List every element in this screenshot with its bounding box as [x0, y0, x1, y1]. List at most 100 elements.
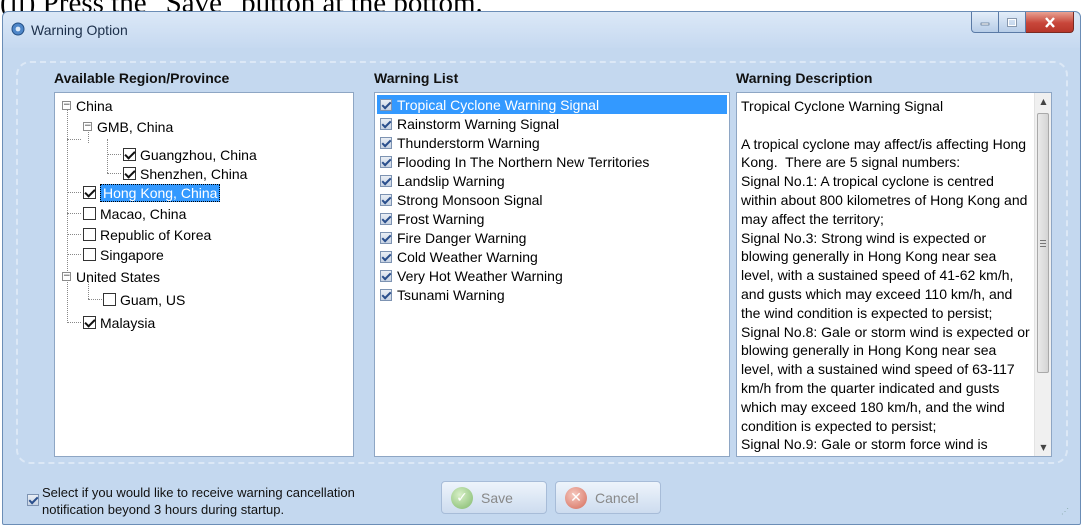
scroll-up-arrow-icon[interactable]: ▲	[1035, 93, 1051, 110]
description-scrollbar[interactable]: ▲ ▼	[1034, 93, 1051, 456]
tree-connector	[107, 173, 121, 174]
tree-connector	[88, 299, 102, 300]
maximize-icon	[1007, 17, 1017, 27]
tree-node-label: Macao, China	[100, 205, 187, 222]
warning-item-label: Tropical Cyclone Warning Signal	[397, 96, 600, 113]
collapse-icon[interactable]: −	[62, 101, 71, 110]
minimize-icon	[980, 22, 990, 26]
tree-node-label: United States	[76, 268, 161, 285]
warning-item[interactable]: Strong Monsoon Signal	[377, 190, 727, 209]
checkbox-checked-icon[interactable]	[83, 316, 96, 329]
tree-node-korea[interactable]: Republic of Korea	[83, 225, 211, 244]
checkbox-checked-icon[interactable]	[123, 148, 136, 161]
warning-option-window: Warning Option Available Region/Province…	[2, 11, 1081, 525]
minimize-button[interactable]	[971, 12, 999, 33]
tree-connector	[107, 139, 108, 173]
window-title: Warning Option	[31, 22, 128, 38]
tree-node-label: Singapore	[100, 246, 164, 263]
tree-node-label: Guam, US	[120, 291, 186, 308]
tree-connector	[67, 213, 81, 214]
warning-list-column-title: Warning List	[374, 70, 459, 86]
title-bar[interactable]: Warning Option	[3, 12, 1080, 48]
tree-node-hongkong[interactable]: Hong Kong, China	[83, 183, 221, 202]
save-button[interactable]: ✓ Save	[441, 481, 547, 514]
warning-item[interactable]: Landslip Warning	[377, 171, 727, 190]
tree-connector	[67, 110, 68, 323]
collapse-icon[interactable]: −	[83, 122, 92, 131]
checkbox-unchecked-icon[interactable]	[83, 228, 96, 241]
warning-description-text: Tropical Cyclone Warning Signal A tropic…	[741, 98, 1030, 456]
warning-item[interactable]: Frost Warning	[377, 209, 727, 228]
warning-item-label: Strong Monsoon Signal	[397, 191, 543, 208]
save-button-label: Save	[481, 489, 513, 506]
warning-item[interactable]: Very Hot Weather Warning	[377, 266, 727, 285]
scroll-thumb[interactable]	[1037, 113, 1049, 373]
warning-item-label: Very Hot Weather Warning	[397, 267, 563, 284]
warning-item[interactable]: Fire Danger Warning	[377, 228, 727, 247]
tree-node-us[interactable]: − United States	[62, 267, 160, 286]
checkbox-unchecked-icon[interactable]	[103, 293, 116, 306]
x-circle-icon: ✕	[565, 486, 587, 509]
checkbox-checked-icon[interactable]	[380, 193, 392, 206]
warning-item-label: Tsunami Warning	[397, 286, 505, 303]
tree-node-label: Shenzhen, China	[140, 165, 248, 182]
tree-connector	[67, 254, 81, 255]
collapse-icon[interactable]: −	[62, 272, 71, 281]
warning-list[interactable]: Tropical Cyclone Warning Signal Rainstor…	[374, 92, 730, 457]
checkbox-checked-icon[interactable]	[380, 174, 392, 187]
checkbox-checked-icon[interactable]	[380, 212, 392, 225]
tree-node-malaysia[interactable]: Malaysia	[83, 313, 155, 332]
warning-item-label: Frost Warning	[397, 210, 485, 227]
warning-item-label: Fire Danger Warning	[397, 229, 527, 246]
checkbox-checked-icon[interactable]	[83, 186, 96, 199]
warning-item[interactable]: Cold Weather Warning	[377, 247, 727, 266]
tree-node-guam[interactable]: Guam, US	[103, 290, 185, 309]
checkbox-checked-icon[interactable]	[380, 288, 392, 301]
warning-item[interactable]: Tsunami Warning	[377, 285, 727, 304]
tree-node-gmb[interactable]: − GMB, China	[83, 117, 173, 136]
cancel-button[interactable]: ✕ Cancel	[555, 481, 661, 514]
resize-grip-icon[interactable]: ⋰	[1061, 507, 1071, 517]
checkbox-checked-icon[interactable]	[380, 136, 392, 149]
tree-node-singapore[interactable]: Singapore	[83, 245, 164, 264]
checkbox-checked-icon[interactable]	[380, 117, 392, 130]
tree-connector	[107, 154, 121, 155]
scroll-down-arrow-icon[interactable]: ▼	[1035, 439, 1051, 456]
tree-node-china[interactable]: − China	[62, 96, 113, 115]
checkbox-checked-icon[interactable]	[380, 155, 392, 168]
checkbox-checked-icon[interactable]	[380, 231, 392, 244]
tree-node-shenzhen[interactable]: Shenzhen, China	[123, 164, 247, 183]
checkmark-icon: ✓	[451, 486, 473, 509]
gear-globe-icon	[11, 22, 25, 36]
checkbox-unchecked-icon[interactable]	[83, 207, 96, 220]
tree-node-label: Guangzhou, China	[140, 146, 257, 163]
cancellation-notification-checkbox[interactable]	[27, 494, 39, 506]
checkbox-checked-icon[interactable]	[380, 269, 392, 282]
cancellation-notification-label: Select if you would like to receive warn…	[42, 485, 355, 517]
warning-item[interactable]: Thunderstorm Warning	[377, 133, 727, 152]
warning-item-label: Flooding In The Northern New Territories	[397, 153, 650, 170]
region-tree[interactable]: − China − GMB, China Guangzhou, China Sh…	[54, 92, 354, 457]
warning-item[interactable]: Rainstorm Warning Signal	[377, 114, 727, 133]
tree-node-macao[interactable]: Macao, China	[83, 204, 186, 223]
checkbox-checked-icon[interactable]	[380, 98, 392, 111]
tree-node-label: Malaysia	[100, 314, 156, 331]
tree-node-label: China	[76, 97, 113, 114]
checkbox-checked-icon[interactable]	[123, 167, 136, 180]
tree-node-label: Republic of Korea	[100, 226, 212, 243]
checkbox-checked-icon[interactable]	[380, 250, 392, 263]
maximize-button[interactable]	[999, 12, 1026, 33]
warning-item[interactable]: Tropical Cyclone Warning Signal	[377, 95, 727, 114]
tree-connector	[67, 192, 81, 193]
grip-icon	[1040, 240, 1046, 247]
warning-description-box[interactable]: Tropical Cyclone Warning Signal A tropic…	[736, 92, 1052, 457]
warning-item-label: Cold Weather Warning	[397, 248, 538, 265]
window-client-area: Available Region/Province Warning List W…	[10, 48, 1073, 519]
tree-node-guangzhou[interactable]: Guangzhou, China	[123, 145, 257, 164]
warning-item[interactable]: Flooding In The Northern New Territories	[377, 152, 727, 171]
checkbox-unchecked-icon[interactable]	[83, 248, 96, 261]
warning-item-label: Landslip Warning	[397, 172, 505, 189]
window-controls	[971, 12, 1074, 34]
close-button[interactable]	[1026, 12, 1074, 33]
close-icon	[1044, 16, 1055, 28]
